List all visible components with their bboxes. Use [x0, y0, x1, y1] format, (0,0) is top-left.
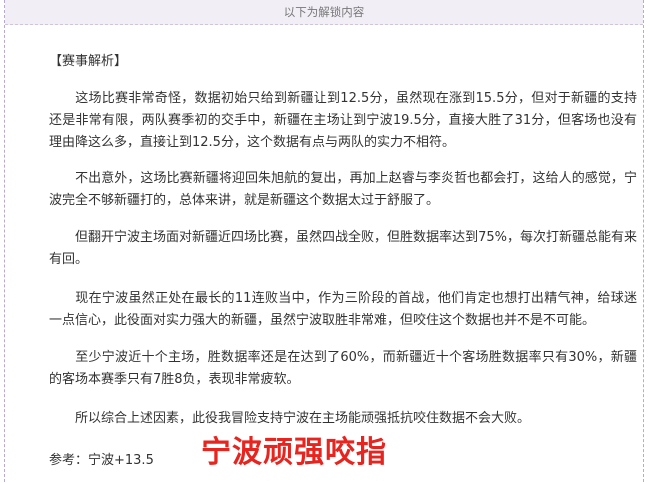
paragraph: 不出意外，这场比赛新疆将迎回朱旭航的复出，再加上赵睿与李炎哲也都会打，这给人的感… [49, 171, 637, 208]
article-frame: 以下为解锁内容 【赛事解析】 这场比赛非常奇怪，数据初始只给到新疆让到12.5分… [4, 0, 644, 482]
paragraph: 现在宁波虽然正处在最长的11连败当中，作为三阶段的首战，他们肯定也想打出精气神，… [49, 291, 637, 328]
paragraph: 至少宁波近十个主场，胜数据率还是在达到了60%，而新疆近十个客场胜数据率只有30… [49, 350, 637, 387]
section-title: 【赛事解析】 [49, 54, 128, 69]
paragraph: 这场比赛非常奇怪，数据初始只给到新疆让到12.5分，虽然现在涨到15.5分，但对… [49, 91, 637, 150]
paragraph: 所以综合上述因素，此役我冒险支持宁波在主场能顽强抵抗咬住数据不会大败。 [75, 411, 531, 426]
paragraph: 但翻开宁波主场面对新疆近四场比赛，虽然四战全败，但胜数据率达到75%，每次打新疆… [49, 230, 637, 267]
unlocked-content-label: 以下为解锁内容 [283, 5, 365, 19]
unlocked-content-banner: 以下为解锁内容 [5, 0, 643, 25]
highlight-stamp: 宁波顽强咬指 [201, 435, 387, 470]
reference-pick: 参考：宁波+13.5 [49, 453, 154, 468]
